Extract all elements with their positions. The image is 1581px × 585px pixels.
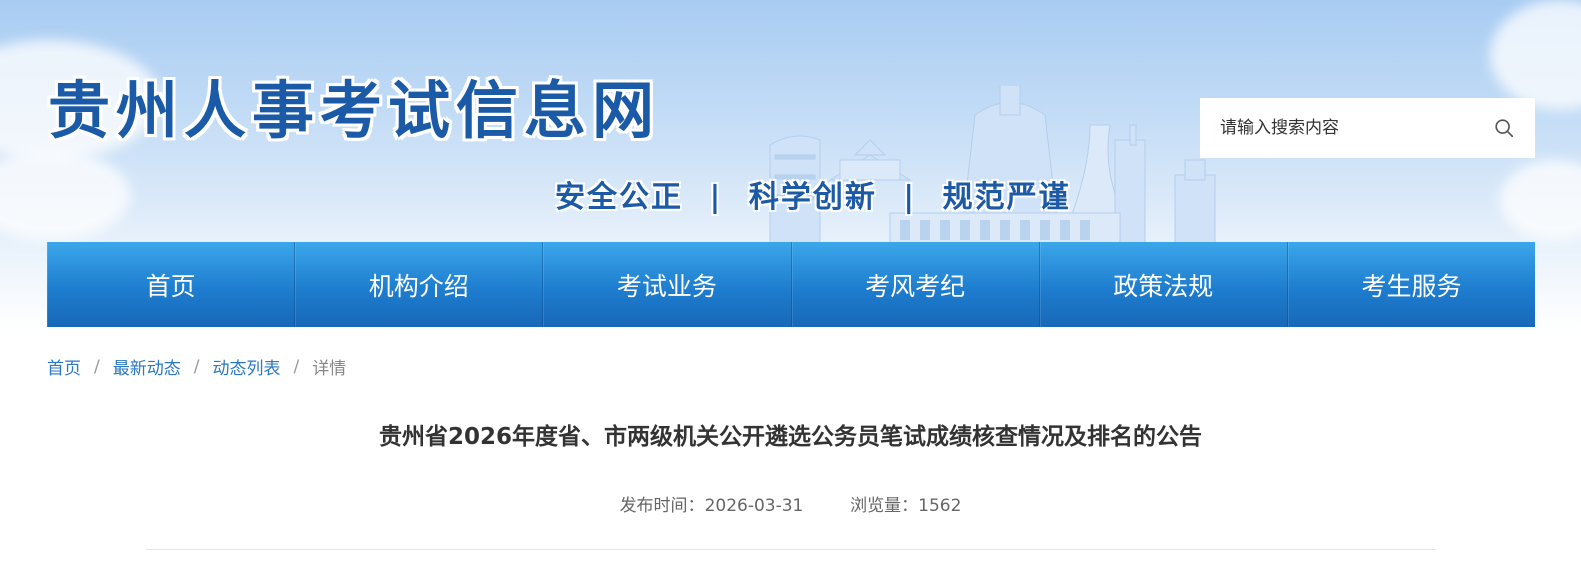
slogan-separator: | xyxy=(709,180,723,215)
breadcrumb-link-home[interactable]: 首页 xyxy=(47,354,81,379)
slogan-part: 科学创新 xyxy=(748,180,877,215)
view-count-label: 浏览量： xyxy=(850,496,919,516)
nav-item-exams[interactable]: 考试业务 xyxy=(543,242,792,327)
main-navigation: 首页 机构介绍 考试业务 考风考纪 政策法规 考生服务 xyxy=(47,242,1535,327)
slogan: 安全公正 | 科学创新 | 规范严谨 xyxy=(555,172,1071,216)
cloud-decoration xyxy=(0,150,130,240)
nav-item-candidate-services[interactable]: 考生服务 xyxy=(1288,242,1535,327)
content-divider xyxy=(146,549,1436,550)
slogan-part: 安全公正 xyxy=(555,180,683,215)
search-input[interactable] xyxy=(1220,118,1493,138)
publish-date: 2026-03-31 xyxy=(704,496,804,516)
nav-item-discipline[interactable]: 考风考纪 xyxy=(792,242,1040,327)
slogan-part: 规范严谨 xyxy=(942,180,1071,215)
article-title: 贵州省2026年度省、市两级机关公开遴选公务员笔试成绩核查情况及排名的公告 xyxy=(378,424,1202,450)
breadcrumb-separator: / xyxy=(293,356,300,377)
city-skyline-illustration xyxy=(769,85,1216,245)
breadcrumb-link-latest-news[interactable]: 最新动态 xyxy=(113,354,181,379)
breadcrumb-separator: / xyxy=(193,356,200,377)
view-count: 1562 xyxy=(918,496,962,516)
breadcrumb: 首页 / 最新动态 / 动态列表 / 详情 xyxy=(47,354,347,380)
nav-item-home[interactable]: 首页 xyxy=(47,242,296,327)
slogan-separator: | xyxy=(903,180,917,215)
search-icon[interactable] xyxy=(1493,117,1515,139)
article-meta: 发布时间：2026-03-31 浏览量：1562 xyxy=(0,491,1581,516)
breadcrumb-current: 详情 xyxy=(312,359,347,379)
breadcrumb-link-news-list[interactable]: 动态列表 xyxy=(212,354,280,379)
cloud-decoration xyxy=(1500,160,1581,240)
breadcrumb-separator: / xyxy=(94,356,100,377)
cloud-decoration xyxy=(1490,0,1581,110)
nav-item-about[interactable]: 机构介绍 xyxy=(295,242,544,327)
site-title: 贵州人事考试信息网 xyxy=(48,74,661,147)
search-box xyxy=(1200,98,1535,158)
nav-item-policy[interactable]: 政策法规 xyxy=(1040,242,1288,327)
publish-time-label: 发布时间： xyxy=(619,496,705,516)
